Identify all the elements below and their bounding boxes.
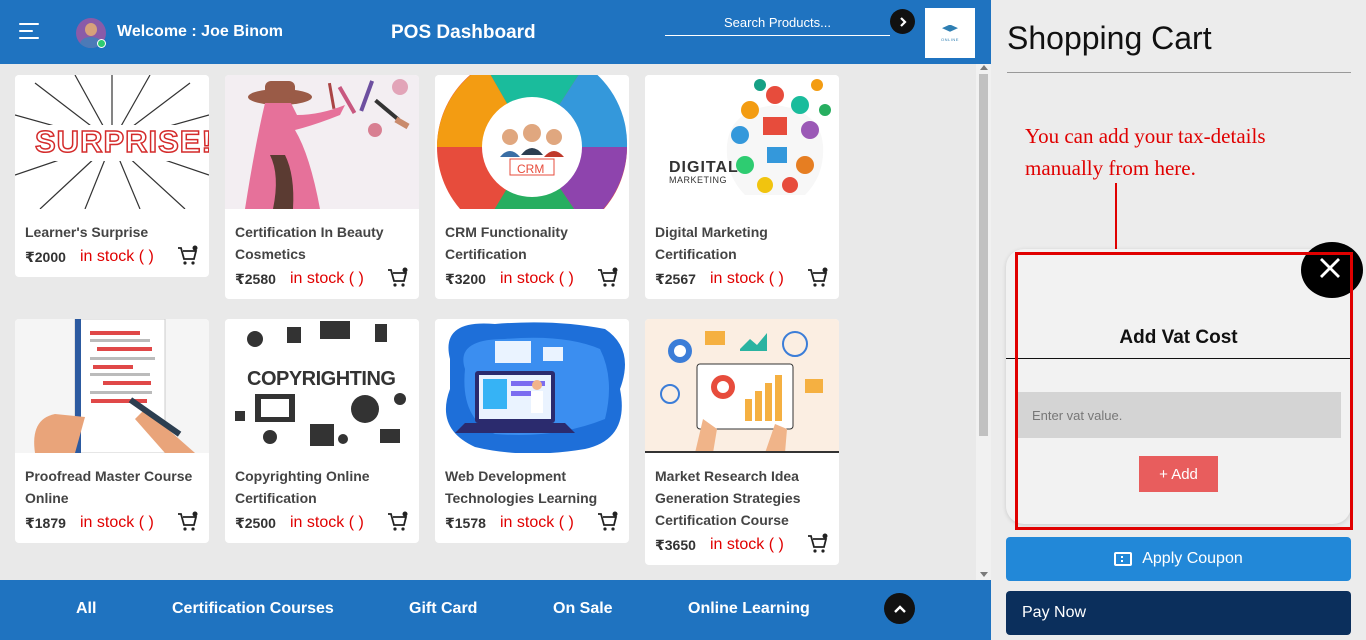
product-card[interactable]: COPYRIGHTING Copyrighting Online Certifi… xyxy=(225,319,419,543)
product-price: ₹3200 xyxy=(445,271,486,287)
top-header: Welcome : Joe Binom POS Dashboard ONLINE xyxy=(0,0,991,64)
product-card[interactable]: SURPRISE! Learner's Surprise ₹2000 in st… xyxy=(15,75,209,277)
category-online-learning[interactable]: Online Learning xyxy=(688,600,810,618)
product-name: Market Research Idea Generation Strategi… xyxy=(655,468,801,528)
product-name: Copyrighting Online Certification xyxy=(235,468,370,506)
add-vat-button[interactable]: + Add xyxy=(1139,456,1218,492)
product-card[interactable]: DIGITAL MARKETING Digital Marketing Cert… xyxy=(645,75,839,299)
add-to-cart-icon[interactable] xyxy=(387,267,409,289)
divider xyxy=(1006,358,1351,359)
product-name: CRM Functionality Certification xyxy=(445,224,568,262)
product-name: Web Development Technologies Learning xyxy=(445,468,598,506)
hamburger-menu-icon[interactable] xyxy=(19,23,41,41)
modal-title: Add Vat Cost xyxy=(1119,327,1238,348)
product-price: ₹1879 xyxy=(25,515,66,531)
chevron-up-icon xyxy=(893,604,906,613)
brand-logo[interactable]: ONLINE xyxy=(925,8,975,58)
scroll-down-arrow-icon[interactable] xyxy=(980,572,988,577)
category-nav: All Certification Courses Gift Card On S… xyxy=(0,580,991,640)
cart-title: Shopping Cart xyxy=(1007,20,1212,56)
vat-input[interactable] xyxy=(1018,392,1341,438)
divider xyxy=(1007,72,1351,73)
product-image xyxy=(15,319,209,453)
add-to-cart-icon[interactable] xyxy=(807,533,829,555)
product-name: Proofread Master Course Online xyxy=(25,468,193,506)
category-on-sale[interactable]: On Sale xyxy=(553,600,613,618)
product-price: ₹2500 xyxy=(235,515,276,531)
stock-status: in stock ( ) xyxy=(80,248,154,265)
copyrighting-image-text: COPYRIGHTING xyxy=(247,368,396,390)
product-card[interactable]: Proofread Master Course Online ₹1879 in … xyxy=(15,319,209,543)
ticket-icon xyxy=(1114,552,1133,566)
product-price: ₹3650 xyxy=(655,537,696,553)
stock-status: in stock ( ) xyxy=(710,270,784,287)
product-image: CRM xyxy=(435,75,629,209)
product-card[interactable]: Certification In Beauty Cosmetics ₹2580 … xyxy=(225,75,419,299)
category-certification-courses[interactable]: Certification Courses xyxy=(172,600,334,618)
logo-text: ONLINE xyxy=(941,36,959,42)
product-price: ₹1578 xyxy=(445,515,486,531)
product-image xyxy=(645,319,839,453)
welcome-text: Welcome : Joe Binom xyxy=(117,23,283,40)
product-image: DIGITAL MARKETING xyxy=(645,75,839,209)
search-button[interactable] xyxy=(890,9,915,34)
scroll-top-button[interactable] xyxy=(884,593,915,624)
online-status-dot xyxy=(97,39,106,48)
product-grid: SURPRISE! Learner's Surprise ₹2000 in st… xyxy=(0,64,976,580)
product-price: ₹2567 xyxy=(655,271,696,287)
graduation-cap-icon xyxy=(942,24,958,32)
product-name: Digital Marketing Certification xyxy=(655,224,768,262)
category-gift-card[interactable]: Gift Card xyxy=(409,600,477,618)
product-scrollbar[interactable] xyxy=(976,64,991,580)
stock-status: in stock ( ) xyxy=(500,514,574,531)
chevron-right-icon xyxy=(899,16,907,27)
close-modal-button[interactable] xyxy=(1301,242,1363,298)
product-card[interactable]: Web Development Technologies Learning ₹1… xyxy=(435,319,629,543)
marketing-image-text: MARKETING xyxy=(669,175,728,185)
product-name: Learner's Surprise xyxy=(25,224,149,240)
product-card[interactable]: Market Research Idea Generation Strategi… xyxy=(645,319,839,565)
product-card[interactable]: CRM CRM Functionality Certification ₹320… xyxy=(435,75,629,299)
product-image xyxy=(435,319,629,453)
add-to-cart-icon[interactable] xyxy=(597,267,619,289)
crm-image-text: CRM xyxy=(517,162,545,176)
add-to-cart-icon[interactable] xyxy=(177,511,199,533)
scrollbar-thumb[interactable] xyxy=(979,74,988,436)
add-to-cart-icon[interactable] xyxy=(177,245,199,267)
product-image: SURPRISE! xyxy=(15,75,209,209)
close-icon xyxy=(1320,258,1340,278)
tax-annotation: You can add your tax-details manually fr… xyxy=(1025,124,1266,180)
page-title: POS Dashboard xyxy=(391,22,536,43)
pay-now-label: Pay Now xyxy=(1022,604,1087,621)
stock-status: in stock ( ) xyxy=(290,270,364,287)
stock-status: in stock ( ) xyxy=(710,536,784,553)
add-to-cart-icon[interactable] xyxy=(597,511,619,533)
stock-status: in stock ( ) xyxy=(290,514,364,531)
scroll-up-arrow-icon[interactable] xyxy=(980,65,988,70)
product-price: ₹2580 xyxy=(235,271,276,287)
pay-now-button[interactable]: Pay Now xyxy=(1006,591,1351,635)
apply-coupon-label: Apply Coupon xyxy=(1142,550,1243,567)
stock-status: in stock ( ) xyxy=(80,514,154,531)
product-name: Certification In Beauty Cosmetics xyxy=(235,224,384,262)
product-image xyxy=(225,75,419,209)
surprise-image-text: SURPRISE! xyxy=(34,123,209,160)
category-all[interactable]: All xyxy=(76,600,96,618)
product-price: ₹2000 xyxy=(25,249,66,265)
search-input[interactable] xyxy=(665,10,890,36)
stock-status: in stock ( ) xyxy=(500,270,574,287)
apply-coupon-button[interactable]: Apply Coupon xyxy=(1006,537,1351,581)
vat-modal: Add Vat Cost + Add xyxy=(1006,249,1351,524)
product-image: COPYRIGHTING xyxy=(225,319,419,453)
add-to-cart-icon[interactable] xyxy=(387,511,409,533)
add-to-cart-icon[interactable] xyxy=(807,267,829,289)
